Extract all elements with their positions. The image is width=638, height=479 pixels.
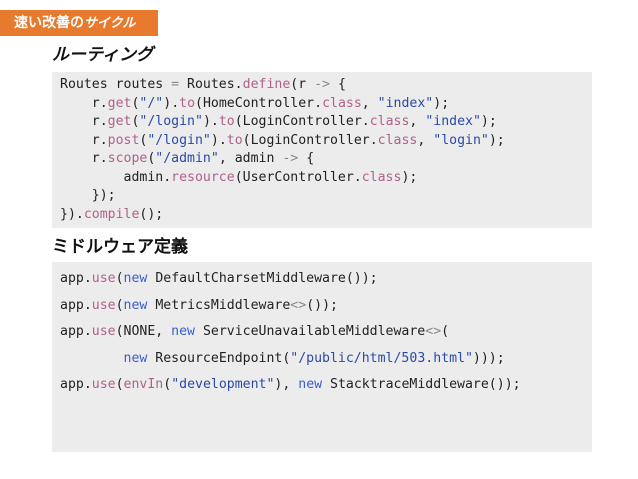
code-line: Routes routes = Routes.define(r -> {	[60, 77, 346, 92]
middleware-code-block: app.use(new DefaultCharsetMiddleware());…	[52, 262, 592, 452]
middleware-code: app.use(new DefaultCharsetMiddleware());…	[60, 266, 592, 399]
middleware-heading: ミドルウェア定義	[52, 237, 188, 257]
code-line: r.post("/login").to(LoginController.clas…	[60, 132, 505, 148]
routing-code-block: Routes routes = Routes.define(r -> { r.g…	[52, 72, 592, 228]
code-line: r.get("/login").to(LoginController.class…	[60, 114, 497, 129]
code-line: app.use(new MetricsMiddleware<>());	[60, 297, 338, 313]
code-line: admin.resource(UserController.class);	[60, 169, 418, 185]
slide-title-badge: 速い改善のサイクル	[0, 10, 158, 36]
routing-code: Routes routes = Routes.define(r -> { r.g…	[60, 76, 592, 224]
code-line: app.use(NONE, new ServiceUnavailableMidd…	[60, 324, 450, 339]
slide-title-emphasis: サイクル	[84, 16, 136, 31]
slide-title-text: 速い改善の	[14, 15, 84, 31]
routing-heading: ルーティング	[52, 45, 153, 65]
code-line: app.use(envIn("development"), new Stackt…	[60, 377, 521, 392]
code-line: r.scope("/admin", admin -> {	[60, 151, 315, 166]
code-line: app.use(new DefaultCharsetMiddleware());	[60, 271, 378, 286]
code-line: }).compile();	[60, 206, 164, 222]
code-line: new ResourceEndpoint("/public/html/503.h…	[123, 350, 505, 366]
code-line: r.get("/").to(HomeController.class, "ind…	[60, 95, 450, 111]
code-line: });	[60, 188, 116, 203]
